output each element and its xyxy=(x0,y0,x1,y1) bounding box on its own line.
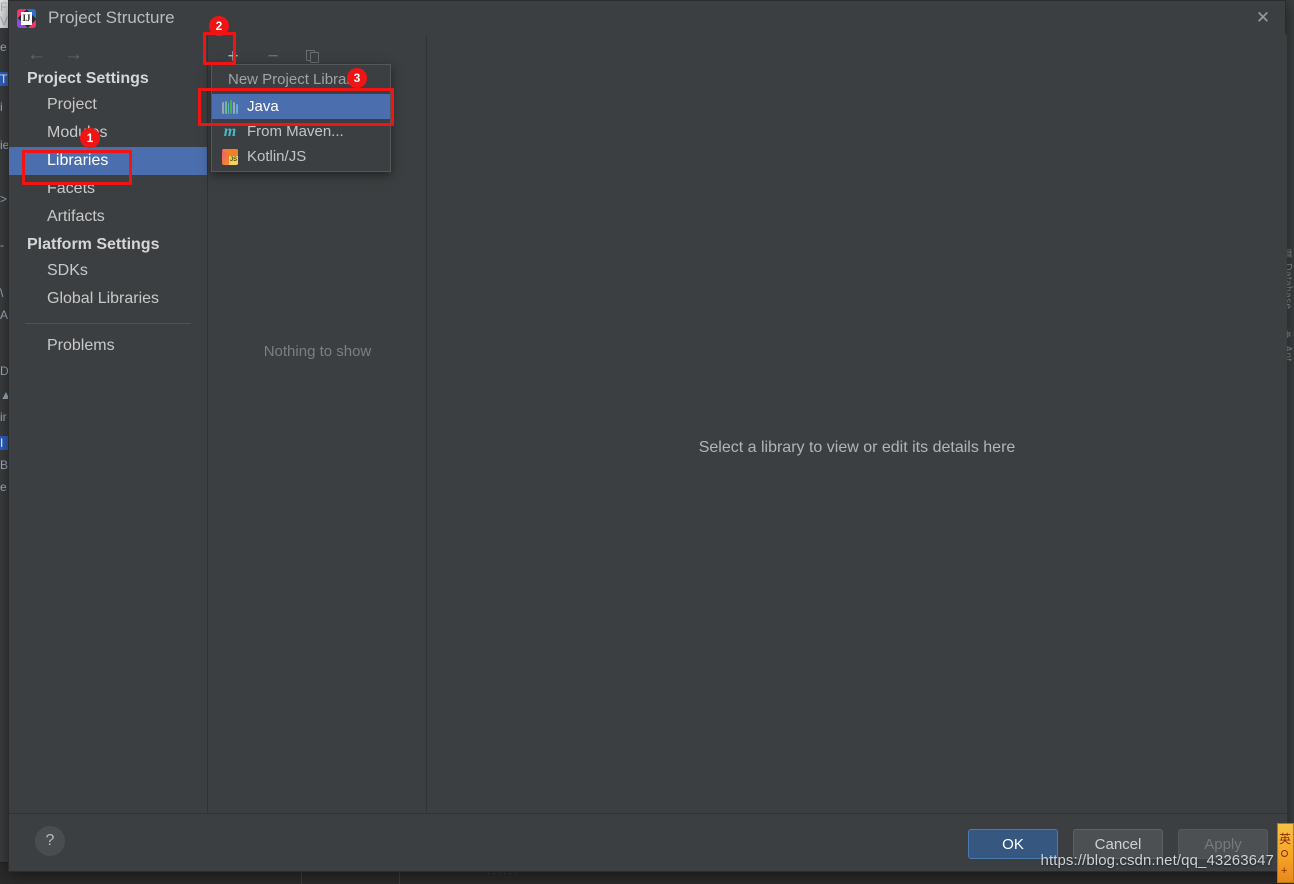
sidebar-item-problems[interactable]: Problems xyxy=(9,332,207,360)
ime-dot-icon xyxy=(1281,850,1288,857)
sidebar-item-sdks[interactable]: SDKs xyxy=(9,257,207,285)
logo-letters: IJ xyxy=(21,12,32,25)
detail-placeholder-message: Select a library to view or edit its det… xyxy=(427,439,1287,457)
sidebar-item-facets[interactable]: Facets xyxy=(9,175,207,203)
watermark-text: https://blog.csdn.net/qq_43263647 xyxy=(1041,852,1275,869)
ime-language-char: 英 xyxy=(1279,830,1291,847)
close-icon[interactable]: ✕ xyxy=(1253,8,1273,28)
help-button[interactable]: ? xyxy=(35,826,65,856)
kotlin-js-icon: JS xyxy=(222,149,238,165)
sidebar-item-libraries[interactable]: Libraries xyxy=(9,147,207,175)
ime-plus-icon: + xyxy=(1281,866,1287,877)
sidebar-item-modules[interactable]: Modules xyxy=(9,119,207,147)
copy-icon xyxy=(306,50,321,65)
library-detail-pane: Select a library to view or edit its det… xyxy=(427,35,1287,815)
back-arrow-icon[interactable]: ← xyxy=(27,45,46,64)
intellij-idea-logo: IJ xyxy=(17,9,36,28)
menu-item-kotlin-js[interactable]: JS Kotlin/JS xyxy=(212,144,390,169)
menu-item-label: Kotlin/JS xyxy=(247,148,306,165)
menu-item-from-maven[interactable]: m From Maven... xyxy=(212,119,390,144)
annotation-badge-2: 2 xyxy=(209,16,229,36)
maven-icon: m xyxy=(222,124,238,140)
menu-item-java[interactable]: Java xyxy=(212,94,390,119)
settings-sidebar: ← → Project Settings Project Modules Lib… xyxy=(9,35,208,815)
annotation-badge-3: 3 xyxy=(347,68,367,88)
project-structure-dialog: IJ Project Structure ✕ ← → Project Setti… xyxy=(8,0,1286,872)
dialog-body: ← → Project Settings Project Modules Lib… xyxy=(9,35,1287,815)
sidebar-group-header-platform-settings: Platform Settings xyxy=(9,231,207,257)
empty-list-message: Nothing to show xyxy=(208,343,427,360)
sidebar-item-artifacts[interactable]: Artifacts xyxy=(9,203,207,231)
java-icon xyxy=(222,100,238,114)
sidebar-group-header-project-settings: Project Settings xyxy=(9,65,207,91)
dialog-titlebar: IJ Project Structure ✕ xyxy=(9,1,1285,35)
ime-widget[interactable]: 英 + xyxy=(1277,823,1294,883)
dialog-title: Project Structure xyxy=(48,8,175,28)
annotation-badge-1: 1 xyxy=(80,128,100,148)
forward-arrow-icon[interactable]: → xyxy=(64,45,83,64)
sidebar-divider xyxy=(25,323,191,324)
sidebar-item-project[interactable]: Project xyxy=(9,91,207,119)
menu-item-label: From Maven... xyxy=(247,123,344,140)
navigation-arrows: ← → xyxy=(9,35,207,65)
sidebar-item-global-libraries[interactable]: Global Libraries xyxy=(9,285,207,313)
menu-item-label: Java xyxy=(247,98,279,115)
